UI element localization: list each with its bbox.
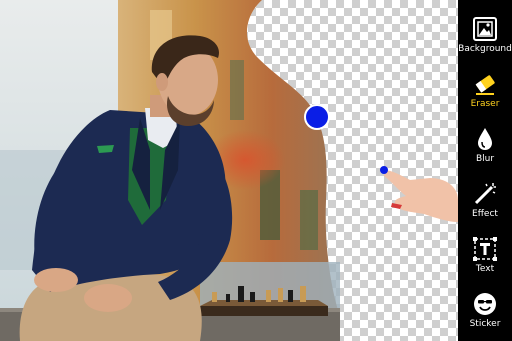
sticker-smiley-icon: [474, 293, 496, 315]
tool-eraser-label: Eraser: [470, 99, 500, 109]
tool-sidebar: Background Eraser Blur Effect Text Stick…: [458, 0, 512, 341]
text-frame-icon: [473, 237, 497, 261]
tool-blur[interactable]: Blur: [458, 118, 512, 172]
blur-drop-icon: [478, 128, 492, 150]
background-image-icon: [473, 17, 497, 41]
tool-text[interactable]: Text: [458, 228, 512, 282]
tool-sticker-label: Sticker: [469, 319, 501, 329]
tool-background-label: Background: [458, 44, 512, 54]
tool-effect[interactable]: Effect: [458, 173, 512, 227]
tool-effect-label: Effect: [472, 209, 498, 219]
tool-blur-label: Blur: [475, 154, 495, 164]
editing-canvas[interactable]: [0, 0, 458, 341]
touch-point-dot: [380, 166, 388, 174]
eraser-icon: [475, 75, 495, 95]
tool-text-label: Text: [475, 264, 495, 274]
eraser-cursor[interactable]: [304, 104, 330, 130]
tool-background[interactable]: Background: [458, 8, 512, 62]
photo-preview: [0, 0, 458, 341]
tool-sticker[interactable]: Sticker: [458, 283, 512, 337]
tool-eraser[interactable]: Eraser: [458, 63, 512, 117]
magic-wand-icon: [474, 183, 496, 205]
